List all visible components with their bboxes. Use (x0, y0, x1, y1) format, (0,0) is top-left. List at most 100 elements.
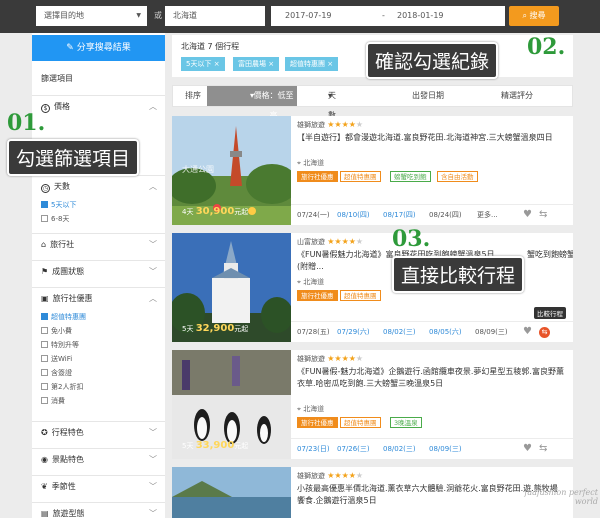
price-label: 5天 32,900元起 (182, 323, 248, 334)
checkbox-checked[interactable] (41, 313, 48, 320)
sort-price-button[interactable]: 價格：低至高 ▾ (207, 86, 297, 120)
filter-section-features[interactable]: ✪ 行程特色 ﹀ (32, 421, 165, 443)
compare-icon-active[interactable]: ⇆ (539, 327, 550, 338)
result-card[interactable]: 雄獅旅遊 ★★★★★ 小孩最高優惠半價北海道.薰衣草六大體驗.洞爺花火.富良野花… (172, 467, 573, 518)
option-promo-3[interactable]: 送WiFi (41, 353, 72, 365)
tour-photo[interactable] (172, 467, 291, 518)
filter-sidebar: ✎ 分享搜尋結果 篩選項目 $ 價格 ︿ ◷ 天數 ︿ 5天以下 6-8天 ⌂ 旅行社 ﹀ … (32, 33, 165, 518)
compare-icon[interactable]: ⇆ (539, 443, 547, 454)
departure-dates: 07/23(日) 07/26(三) 08/02(三) 08/09(三) ♥ ⇆ (291, 438, 573, 459)
filter-section-price[interactable]: $ 價格 ︿ (32, 95, 165, 117)
option-promo-4[interactable]: 含簽證 (41, 367, 72, 379)
date-link[interactable]: 08/09(三) (429, 444, 462, 454)
section-label: 天數 (54, 182, 70, 191)
filter-section-days[interactable]: ◷ 天數 ︿ (32, 175, 165, 197)
heart-icon[interactable]: ♥ (523, 326, 532, 337)
search-button[interactable]: ⌕ 搜尋 (509, 6, 559, 26)
option-promo-2[interactable]: 特別升等 (41, 339, 79, 351)
destination-select[interactable]: 選擇目的地 ▼ (36, 6, 147, 26)
date-link[interactable]: 08/05(六) (429, 327, 462, 337)
date-range-input[interactable]: 2017-07-19 - 2018-01-19 (271, 6, 505, 26)
checkbox[interactable] (41, 397, 48, 404)
pin-icon: ⌖ (297, 159, 301, 167)
filter-section-season[interactable]: ❦ 季節性 ﹀ (32, 475, 165, 497)
filter-section-promo[interactable]: ▣ 旅行社優惠 ︿ (32, 287, 165, 309)
close-icon[interactable]: × (327, 60, 333, 68)
camera-icon: ◉ (41, 455, 48, 464)
step3-number: 03. (392, 226, 431, 252)
section-label: 季節性 (51, 482, 76, 491)
step1-callout: 勾選篩選項目 (7, 139, 140, 176)
more-link[interactable]: 更多... (477, 210, 498, 220)
option-promo-1[interactable]: 免小費 (41, 325, 72, 337)
checkbox[interactable] (41, 355, 48, 362)
date-link[interactable]: 08/10(四) (337, 210, 370, 220)
step1-number: 01. (7, 110, 46, 136)
keyword-input[interactable]: 北海道 (165, 6, 265, 26)
date-to: 2018-01-19 (397, 11, 444, 20)
filter-section-type[interactable]: ▤ 旅遊型態 ﹀ (32, 502, 165, 518)
result-card[interactable]: 大通公園 4天 30,900元起 雄獅旅遊 ★★★★★ 【半自遊行】都會漫遊北海… (172, 116, 573, 225)
section-label: 旅遊型態 (52, 509, 85, 518)
heart-icon[interactable]: ♥ (523, 443, 532, 454)
sort-rating-button[interactable]: 精選評分 (501, 86, 533, 106)
compare-tooltip: 比較行程 (534, 307, 566, 319)
filter-section-agency[interactable]: ⌂ 旅行社 ﹀ (32, 233, 165, 255)
checkbox[interactable] (41, 369, 48, 376)
rating-stars: ★★★★★ (327, 354, 364, 363)
heart-icon[interactable]: ♥ (523, 209, 532, 220)
date-link[interactable]: 07/28(五) (297, 327, 330, 337)
tag: 旅行社優惠 (297, 171, 338, 182)
option-promo-5[interactable]: 第2人折扣 (41, 381, 83, 393)
checkbox[interactable] (41, 215, 48, 222)
filter-section-status[interactable]: ⚑ 成團狀態 ﹀ (32, 260, 165, 282)
sort-days-button[interactable]: 天數 ▾ (328, 86, 336, 120)
filter-chip[interactable]: 富田農場 × (233, 57, 280, 71)
share-label: 分享搜尋結果 (76, 43, 131, 53)
section-label: 旅行社 (50, 240, 75, 249)
section-label: 成團狀態 (52, 267, 85, 276)
chip-label: 超值特惠團 (290, 60, 325, 68)
date-link[interactable]: 08/24(四) (429, 210, 462, 220)
close-icon[interactable]: × (214, 60, 220, 68)
option-6-8days[interactable]: 6-8天 (41, 213, 69, 225)
flag-icon: ⚑ (41, 267, 49, 276)
location: ⌖ 北海道 (297, 158, 324, 168)
option-5days[interactable]: 5天以下 (41, 199, 76, 211)
filter-chip[interactable]: 5天以下 × (181, 57, 225, 71)
step3-callout: 直接比較行程 (392, 256, 525, 293)
date-link[interactable]: 08/09(三) (475, 327, 508, 337)
compare-icon[interactable]: ⇆ (539, 209, 547, 220)
checkbox[interactable] (41, 383, 48, 390)
date-link[interactable]: 07/26(三) (337, 444, 370, 454)
checkbox[interactable] (41, 327, 48, 334)
date-link[interactable]: 08/02(三) (383, 327, 416, 337)
date-link[interactable]: 07/24(一) (297, 210, 330, 220)
date-link[interactable]: 07/29(六) (337, 327, 370, 337)
result-card[interactable]: 5天 33,900元起 雄獅旅遊 ★★★★★ 《FUN暑假-魅力北海道》企鵝遊行… (172, 350, 573, 459)
option-promo-0[interactable]: 超值特惠團 (41, 311, 86, 323)
tour-title[interactable]: 【半自遊行】都會漫遊北海道.富良野花田.北海道神宮.三大螃蟹溫泉四日 (297, 132, 565, 144)
chip-label: 5天以下 (186, 60, 212, 68)
date-link[interactable]: 08/02(三) (383, 444, 416, 454)
close-icon[interactable]: × (268, 60, 274, 68)
sort-date-button[interactable]: 出發日期 (412, 86, 444, 106)
tour-photo[interactable]: 5天 32,900元起 (172, 233, 291, 342)
filter-chip[interactable]: 超值特惠團 × (285, 57, 339, 71)
clock-icon: ◷ (41, 184, 50, 193)
option-promo-6[interactable]: 消費 (41, 395, 65, 407)
tour-title[interactable]: 《FUN暑假-魅力北海道》企鵝遊行.函館纜車夜景.夢幻星型五稜郭.富良野薰衣草.… (297, 366, 565, 390)
tour-photo[interactable]: 大通公園 4天 30,900元起 (172, 116, 291, 225)
date-link[interactable]: 08/17(四) (383, 210, 416, 220)
filter-section-sights[interactable]: ◉ 景點特色 ﹀ (32, 448, 165, 470)
date-link[interactable]: 07/23(日) (297, 444, 330, 454)
pin-icon: ⌖ (297, 278, 301, 286)
step2-number: 02. (527, 34, 566, 60)
checkbox-checked[interactable] (41, 201, 48, 208)
option-label: 含簽證 (51, 369, 72, 377)
agency-name: 雄獅旅遊 (297, 472, 325, 480)
tour-photo[interactable]: 5天 33,900元起 (172, 350, 291, 459)
section-label: 價格 (54, 102, 70, 111)
checkbox[interactable] (41, 341, 48, 348)
share-results-button[interactable]: ✎ 分享搜尋結果 (32, 35, 165, 61)
